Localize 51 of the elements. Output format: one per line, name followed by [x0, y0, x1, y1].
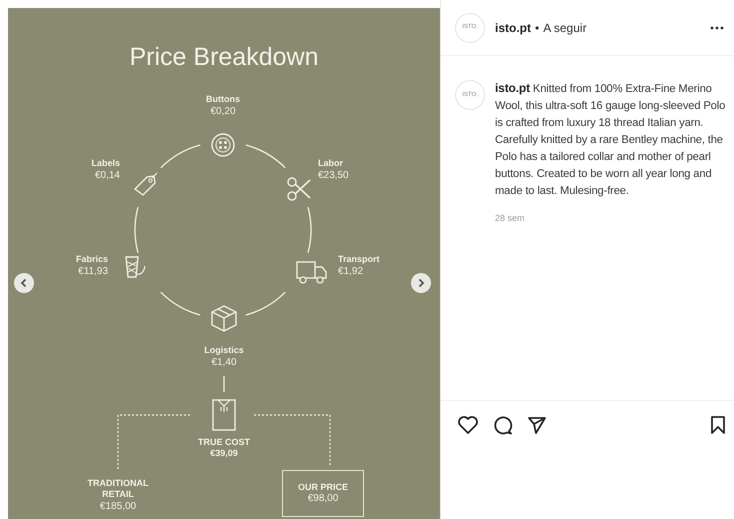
connector-line	[246, 144, 286, 168]
caption-text: isto.pt Knitted from 100% Extra-Fine Merino Wool, this ultra-soft 16 gauge long-sleeved Polo is crafted from luxury 18 thread Italian yarn. Carefully knitted by a rare Bentley machine, the Polo has a tailored collar and mother of pearl buttons. Created to be worn all year long and made to last. Mulesing-free.	[495, 80, 726, 199]
cost-label: Labor	[318, 158, 344, 169]
button-icon	[210, 132, 236, 158]
box-icon	[210, 304, 238, 333]
connector-line	[134, 207, 139, 253]
connector-line	[160, 144, 200, 168]
share-button[interactable]	[527, 415, 547, 435]
cost-label: Fabrics	[76, 254, 108, 265]
cost-value: €11,93	[78, 266, 108, 278]
cost-label: Buttons	[205, 94, 241, 105]
speech-bubble-icon	[493, 415, 513, 435]
account-link[interactable]: isto.pt	[495, 18, 531, 36]
connector-line	[307, 207, 312, 253]
comment-button[interactable]	[493, 415, 513, 435]
paper-plane-icon	[527, 415, 547, 435]
account-link[interactable]: isto.pt	[495, 81, 530, 95]
cost-label: TRUE COST	[196, 437, 251, 448]
next-button[interactable]	[411, 273, 431, 293]
chevron-left-icon	[19, 278, 29, 288]
follow-link[interactable]: A seguir	[543, 18, 587, 36]
cost-label: Transport	[338, 254, 380, 265]
diagram-title: Price Breakdown	[128, 42, 320, 72]
chevron-right-icon	[416, 278, 426, 288]
like-button[interactable]	[457, 415, 479, 435]
tag-icon	[132, 172, 158, 198]
cost-value: €1,40	[210, 357, 238, 369]
cost-value: €0,14	[94, 170, 120, 182]
connector-line	[160, 292, 200, 316]
cost-value: €23,50	[318, 170, 349, 182]
post-time: 28 sem	[495, 212, 526, 225]
cost-label: TRADITIONAL RETAIL	[86, 478, 150, 500]
connector-line	[246, 292, 286, 316]
more-button[interactable]	[710, 26, 724, 30]
cost-label: Logistics	[203, 345, 245, 356]
cost-value: €1,92	[338, 266, 364, 278]
cost-value: €0,20	[209, 106, 237, 118]
cost-value: €98,00	[308, 493, 338, 505]
previous-button[interactable]	[14, 273, 34, 293]
heart-icon	[457, 415, 479, 435]
polo-shirt-icon	[211, 398, 237, 432]
bookmark-icon	[710, 415, 726, 435]
scissors-icon	[286, 176, 312, 202]
more-icon	[710, 26, 724, 30]
cost-label: OUR PRICE	[298, 482, 348, 493]
cost-value: €185,00	[98, 501, 138, 513]
cost-value: €39,09	[209, 448, 239, 459]
save-button[interactable]	[710, 415, 726, 435]
connector-line	[223, 376, 225, 392]
separator: •	[535, 20, 540, 36]
cost-label: Labels	[91, 158, 120, 169]
